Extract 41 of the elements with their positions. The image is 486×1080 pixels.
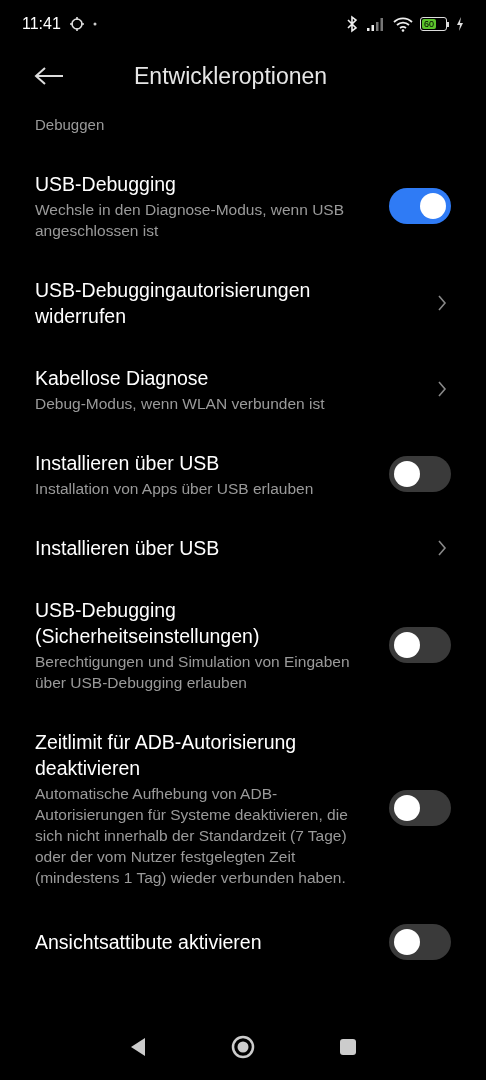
setting-title: USB-Debuggingautorisierungen widerrufen <box>35 277 312 329</box>
settings-row[interactable]: Installieren über USB Installation von Apps über USB erlauben <box>0 431 486 517</box>
home-nav-button[interactable] <box>231 1035 255 1059</box>
status-time: 11:41 <box>22 14 61 34</box>
chevron-right-icon <box>437 538 447 557</box>
notification-dot-icon <box>92 22 97 26</box>
battery-icon: 60 <box>420 17 449 31</box>
toggle-switch[interactable] <box>389 187 451 224</box>
chevron-right-icon <box>437 380 447 398</box>
charging-icon <box>456 17 464 31</box>
toggle-switch[interactable] <box>389 923 451 960</box>
toggle-switch[interactable] <box>389 790 451 826</box>
signal-icon <box>366 17 386 31</box>
setting-title: Kabellose Diagnose <box>35 365 210 391</box>
settings-row[interactable]: USB-Debuggingautorisierungen widerrufen <box>0 258 486 347</box>
bluetooth-icon <box>345 15 359 33</box>
recents-nav-button[interactable] <box>339 1038 357 1056</box>
setting-title: USB-Debugging (Sicherheitseinstellungen) <box>35 597 261 649</box>
chevron-right-icon <box>437 293 447 312</box>
toggle-switch[interactable] <box>389 456 451 492</box>
toggle-switch[interactable] <box>389 626 451 663</box>
setting-description: Wechsle in den Diagnose-Modus, wenn USB angeschlossen ist <box>35 199 346 241</box>
setting-description: Berechtigungen und Simulation von Eingaben über USB-Debugging erlauben <box>35 651 351 693</box>
back-button[interactable] <box>34 64 66 88</box>
setting-description: Debug-Modus, wenn WLAN verbunden ist <box>35 393 326 414</box>
settings-row[interactable]: USB-Debugging (Sicherheitseinstellungen) Berechtigungen und Simulation von Eingaben über USB-Debugging erlauben <box>0 578 486 711</box>
section-header: Debuggen <box>34 115 106 135</box>
page-title: Entwickleroptionen <box>134 61 328 91</box>
setting-description: Installation von Apps über USB erlauben <box>35 478 315 499</box>
settings-row[interactable]: USB-Debugging Wechsle in den Diagnose-Modus, wenn USB angeschlossen ist <box>0 152 486 259</box>
wifi-icon <box>393 16 413 32</box>
setting-title: USB-Debugging <box>35 171 177 197</box>
settings-row[interactable]: Ansichtsattibute aktivieren <box>0 905 486 978</box>
settings-row[interactable]: Kabellose Diagnose Debug-Modus, wenn WLAN verbunden ist <box>0 346 486 432</box>
setting-description: Automatische Aufhebung von ADB-Autorisierungen für Systeme deaktivieren, die sich nicht innerhalb der Standardzeit (7 Tage) oder der vom Nutzer festgelegten Zeit (mindestens 1 Tag) wieder verbunden haben. <box>35 783 349 888</box>
setting-title: Ansichtsattibute aktivieren <box>35 929 263 955</box>
setting-title: Zeitlimit für ADB-Autorisierung deaktivieren <box>35 729 298 781</box>
setting-title: Installieren über USB <box>35 535 221 561</box>
settings-row[interactable]: Installieren über USB <box>0 516 486 579</box>
back-nav-button[interactable] <box>129 1037 147 1057</box>
setting-title: Installieren über USB <box>35 450 221 476</box>
